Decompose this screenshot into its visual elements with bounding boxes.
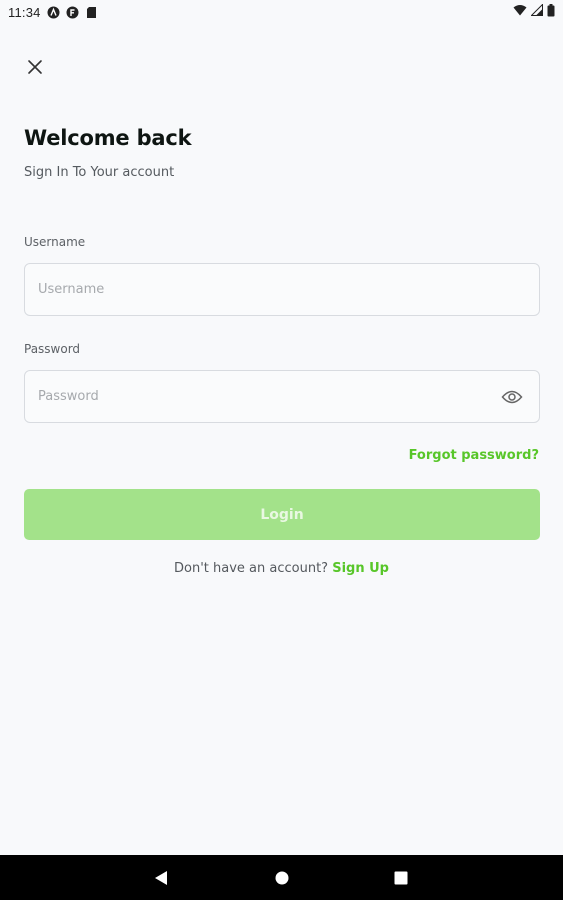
nav-home-button[interactable]: [271, 867, 293, 889]
status-right: [513, 3, 555, 21]
battery-icon: [547, 3, 555, 21]
navigation-bar: [0, 855, 563, 900]
signup-link[interactable]: Sign Up: [332, 561, 389, 576]
page-title: Welcome back: [24, 126, 192, 150]
status-left: 11:34: [8, 5, 98, 20]
back-icon: [155, 871, 167, 885]
home-icon: [275, 871, 289, 885]
status-bar: 11:34: [0, 0, 563, 24]
password-label: Password: [24, 342, 81, 356]
forgot-password-link[interactable]: Forgot password?: [409, 448, 539, 463]
password-field-container: [24, 370, 540, 423]
nav-recents-button[interactable]: [390, 867, 412, 889]
page-subtitle: Sign In To Your account: [24, 165, 175, 180]
signup-prompt-row: Don't have an account? Sign Up: [0, 561, 563, 576]
login-button[interactable]: Login: [24, 489, 540, 540]
sd-card-icon: [85, 6, 98, 19]
recents-icon: [394, 871, 408, 885]
status-time: 11:34: [8, 4, 41, 20]
wifi-icon: [513, 4, 527, 20]
automation-icon: [47, 6, 60, 19]
close-button[interactable]: [24, 56, 46, 78]
nav-back-button[interactable]: [150, 867, 172, 889]
username-label: Username: [24, 235, 86, 249]
username-field-container: [24, 263, 540, 316]
username-input[interactable]: [25, 264, 539, 315]
f-circle-icon: [66, 6, 79, 19]
eye-icon: [501, 390, 523, 404]
toggle-password-visibility-button[interactable]: [499, 385, 525, 409]
password-input[interactable]: [25, 371, 539, 422]
login-screen: 11:34 Welcome back Sign In To Your accou…: [0, 0, 563, 900]
signup-prompt-text: Don't have an account?: [174, 561, 329, 576]
signal-icon: [530, 3, 543, 20]
close-icon: [28, 60, 42, 74]
